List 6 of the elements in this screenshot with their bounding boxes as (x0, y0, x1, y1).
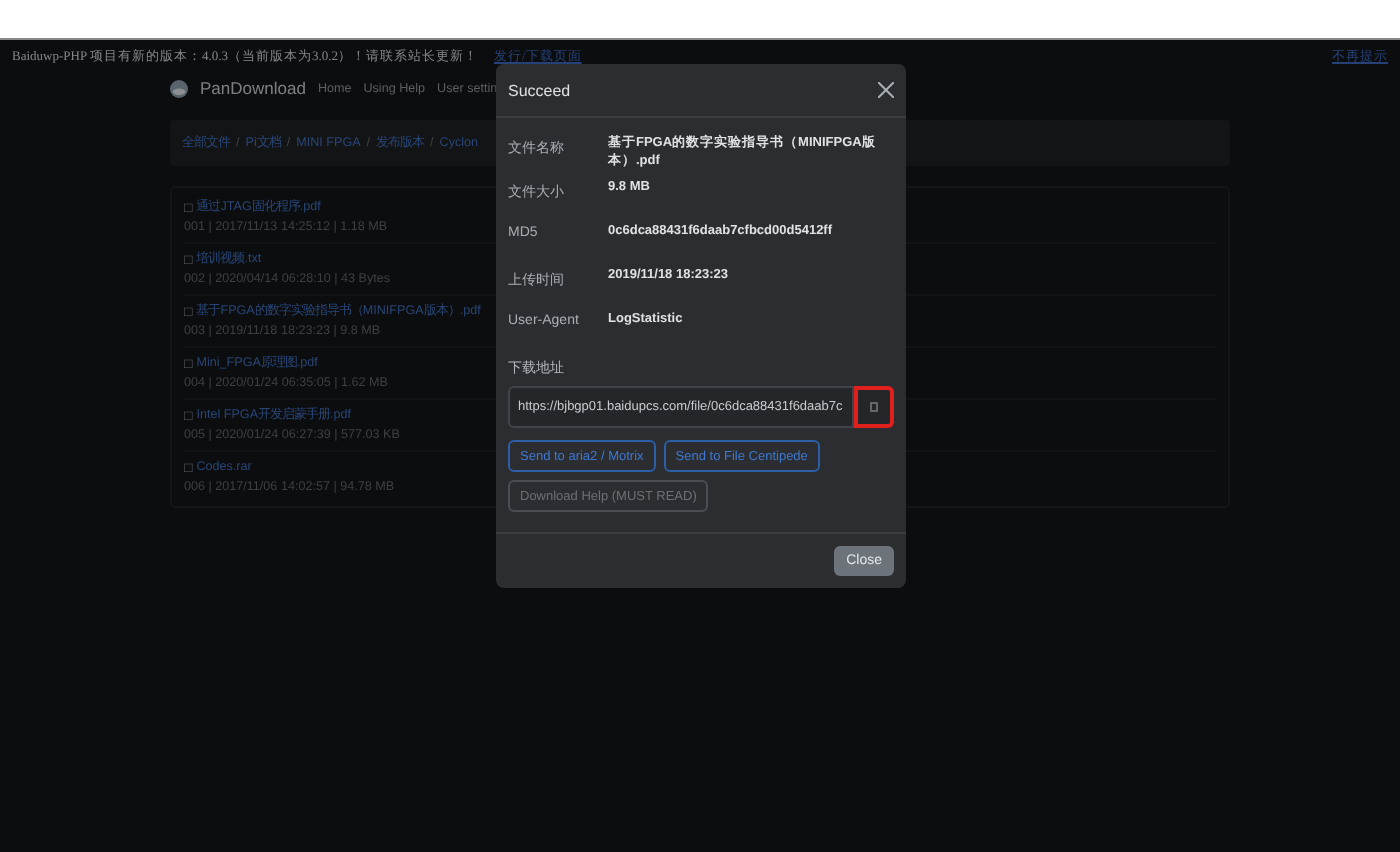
brand-name[interactable]: PanDownload (200, 78, 306, 98)
copy-icon (870, 402, 878, 412)
copy-button[interactable] (854, 386, 894, 428)
close-icon[interactable] (878, 82, 894, 98)
modal-title: Succeed (508, 81, 571, 99)
cloud-logo-icon (170, 79, 188, 97)
